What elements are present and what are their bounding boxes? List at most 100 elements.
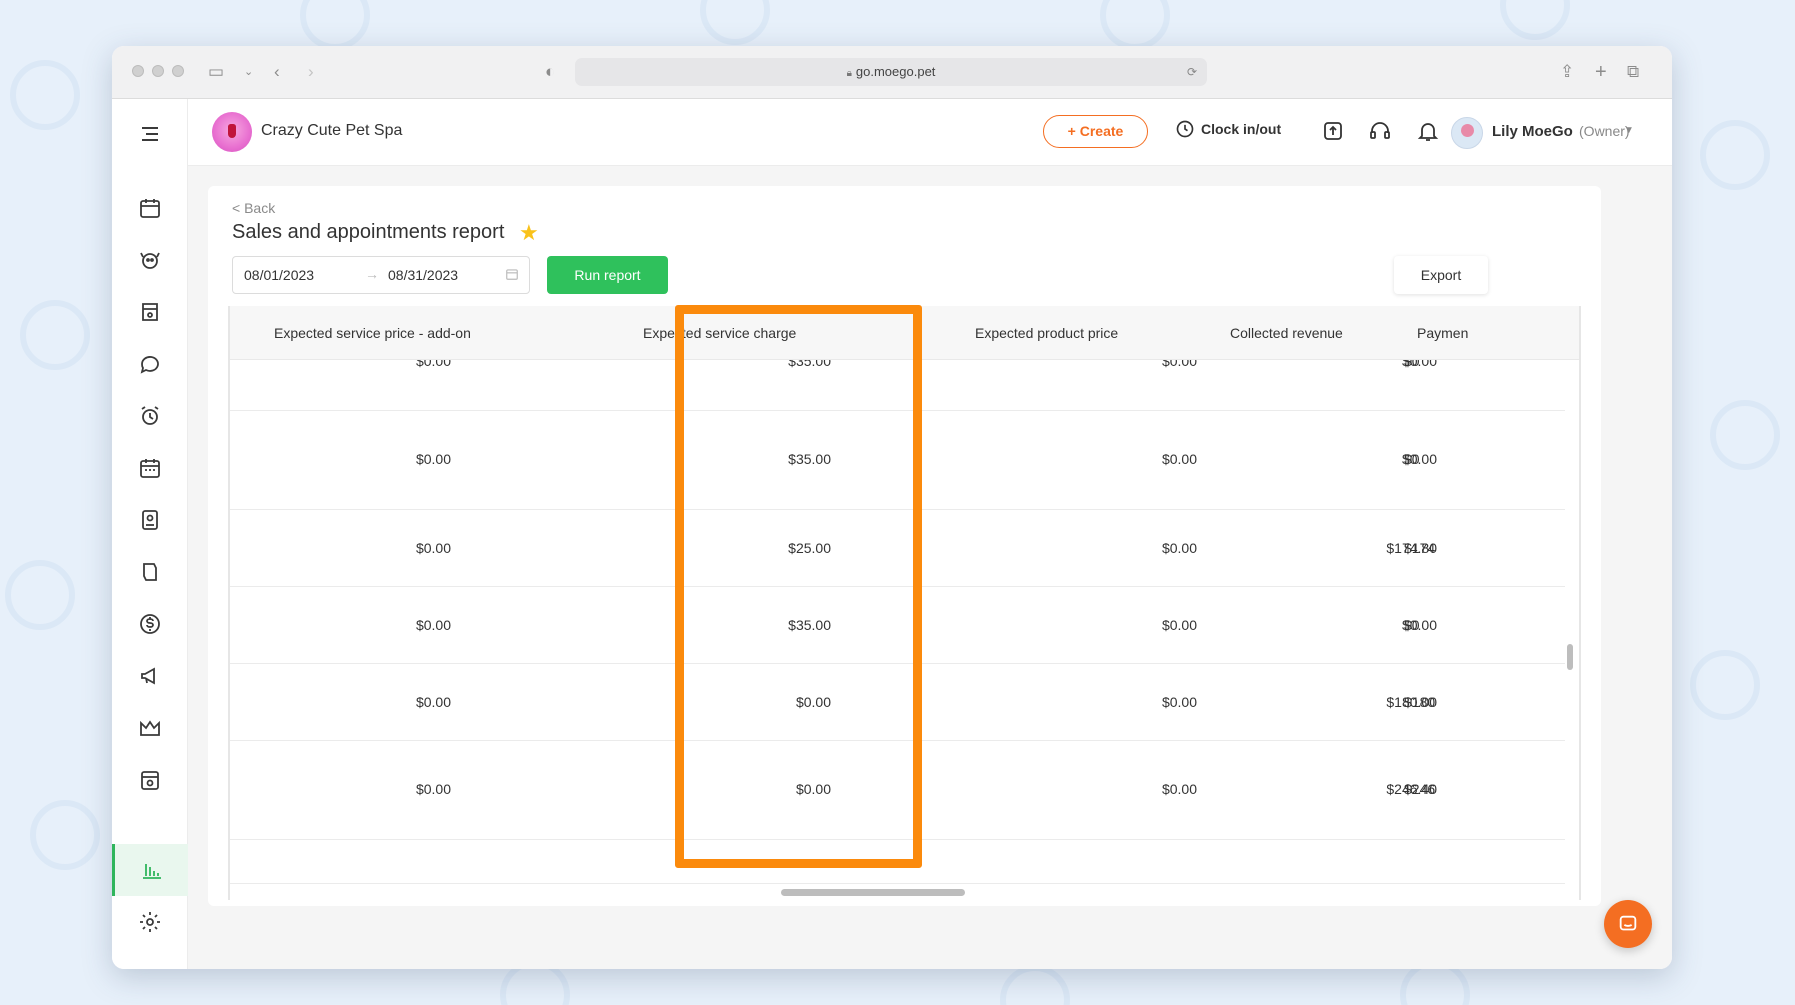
table-cell: $0.00 (1161, 694, 1197, 710)
url-text: go.moego.pet (855, 64, 936, 79)
table-row[interactable] (230, 840, 1565, 884)
gear-icon (140, 912, 160, 932)
chevron-down-icon[interactable]: ⌄ (244, 60, 253, 84)
table-cell: $0.00 (1161, 540, 1197, 556)
table-row[interactable]: $0.00 $0.00 $0.00 $180.00 $180 (230, 664, 1565, 741)
menu-icon[interactable] (112, 108, 188, 160)
schedule-icon (140, 459, 160, 478)
booking-icon (141, 771, 159, 790)
calendar-icon (140, 199, 160, 218)
user-name: Lily MoeGo (1492, 123, 1573, 140)
column-header[interactable]: Expected service charge (643, 325, 796, 341)
top-header: Crazy Cute Pet Spa + Create Clock in/out… (188, 99, 1672, 166)
sidebar-item-clients[interactable] (112, 494, 188, 546)
share-icon[interactable]: ⇪ (1560, 60, 1574, 84)
table-row[interactable]: $0.00 $0.00 $0.00 $246.40 $246 (230, 741, 1565, 840)
clock-icon (1176, 120, 1194, 138)
alarm-icon (141, 406, 159, 425)
sidebar-item-online-booking[interactable] (112, 754, 188, 806)
start-date[interactable]: 08/01/2023 (244, 267, 314, 283)
back-link[interactable]: < Back (232, 200, 275, 216)
chat-bubble-icon (1619, 915, 1637, 931)
table-cell: $180 (1404, 694, 1436, 710)
address-bar[interactable]: 🔒︎ go.moego.pet ⟳ (575, 58, 1207, 86)
clock-in-out-button[interactable]: Clock in/out (1175, 119, 1281, 139)
column-header[interactable]: Collected revenue (1230, 325, 1343, 341)
table-cell: $246 (1404, 781, 1436, 797)
dollar-icon (140, 614, 160, 634)
sidebar-item-membership[interactable] (112, 702, 188, 754)
reload-icon[interactable]: ⟳ (1187, 58, 1197, 86)
sidebar-item-store[interactable] (112, 286, 188, 338)
table-cell: $35.00 (788, 617, 831, 633)
id-card-icon (142, 510, 158, 530)
table-cell: $0.00 (1161, 781, 1197, 797)
sidebar-toggle-icon[interactable]: ▭ (208, 60, 224, 84)
sidebar-item-payments[interactable] (112, 598, 188, 650)
table-cell: $0 (1404, 360, 1420, 369)
user-role: (Owner) (1579, 123, 1630, 139)
calendar-icon (506, 269, 518, 280)
star-icon[interactable]: ★ (519, 220, 539, 246)
table-cell: $0.00 (415, 451, 451, 467)
browser-toolbar: ▭ ⌄ ‹ › ◐ 🔒︎ go.moego.pet ⟳ ⇪ + ⧉ (112, 46, 1672, 99)
forward-arrow-icon[interactable]: › (308, 60, 314, 84)
new-tab-icon[interactable]: + (1595, 60, 1607, 84)
table-row[interactable]: $0.00 $35.00 $0.00 $0.00 $0 (230, 360, 1565, 411)
avatar[interactable] (1451, 117, 1483, 149)
table-cell: $35.00 (788, 360, 831, 369)
page-title: Sales and appointments report (232, 221, 505, 243)
table-cell: $25.00 (788, 540, 831, 556)
create-button[interactable]: + Create (1043, 115, 1148, 148)
sidebar-item-retail[interactable] (112, 546, 188, 598)
table-cell: $174 (1404, 540, 1436, 556)
clock-label: Clock in/out (1201, 121, 1282, 137)
megaphone-icon (141, 667, 155, 685)
business-logo[interactable] (212, 112, 252, 152)
horizontal-scrollbar[interactable] (781, 889, 965, 896)
end-date[interactable]: 08/31/2023 (388, 267, 458, 283)
sidebar-item-messages[interactable] (112, 338, 188, 390)
window-controls[interactable] (132, 65, 184, 77)
main-content: Crazy Cute Pet Spa + Create Clock in/out… (188, 99, 1672, 969)
browser-window: ▭ ⌄ ‹ › ◐ 🔒︎ go.moego.pet ⟳ ⇪ + ⧉ Crazy … (112, 46, 1672, 969)
shield-icon[interactable]: ◐ (545, 60, 555, 84)
table-header: Expected service price - add-on Expected… (230, 306, 1579, 360)
column-header[interactable]: Expected service price - add-on (274, 325, 471, 341)
table-cell: $0 (1404, 451, 1420, 467)
bar-chart-icon (142, 864, 161, 879)
sidebar-item-schedule[interactable] (112, 442, 188, 494)
upload-icon[interactable] (1321, 119, 1345, 143)
product-icon (143, 563, 157, 581)
table-cell: $0.00 (795, 781, 831, 797)
date-range-picker[interactable]: 08/01/2023 → 08/31/2023 (232, 256, 530, 294)
sidebar-item-pets[interactable] (112, 234, 188, 286)
table-row[interactable]: $0.00 $35.00 $0.00 $0.00 $0 (230, 587, 1565, 664)
run-report-button[interactable]: Run report (547, 256, 668, 294)
table-cell: $0.00 (1161, 617, 1197, 633)
back-arrow-icon[interactable]: ‹ (274, 60, 280, 84)
column-header[interactable]: Paymen (1417, 325, 1468, 341)
table-cell: $0.00 (415, 781, 451, 797)
vertical-scrollbar[interactable] (1567, 644, 1573, 670)
column-header[interactable]: Expected product price (975, 325, 1118, 341)
user-menu[interactable]: Lily MoeGo (Owner) (1492, 123, 1630, 140)
sidebar-item-settings[interactable] (112, 896, 188, 948)
table-cell: $0.00 (795, 694, 831, 710)
table-row[interactable]: $0.00 $35.00 $0.00 $0.00 $0 (230, 411, 1565, 510)
headset-icon[interactable] (1368, 119, 1392, 143)
table-row[interactable]: $0.00 $25.00 $0.00 $174.80 $174 (230, 510, 1565, 587)
chevron-down-icon[interactable]: ▼ (1624, 125, 1634, 136)
table-cell: $0 (1404, 617, 1420, 633)
crown-icon (140, 720, 160, 736)
sidebar-item-reports[interactable] (112, 844, 188, 896)
tabs-overview-icon[interactable]: ⧉ (1627, 60, 1639, 84)
sidebar-item-calendar[interactable] (112, 182, 188, 234)
chat-widget-button[interactable] (1604, 900, 1652, 948)
sidebar-item-reminders[interactable] (112, 390, 188, 442)
bell-icon[interactable] (1416, 119, 1440, 143)
business-name[interactable]: Crazy Cute Pet Spa (261, 122, 402, 140)
sidebar (112, 99, 188, 969)
sidebar-item-marketing[interactable] (112, 650, 188, 702)
export-button[interactable]: Export (1394, 256, 1488, 294)
